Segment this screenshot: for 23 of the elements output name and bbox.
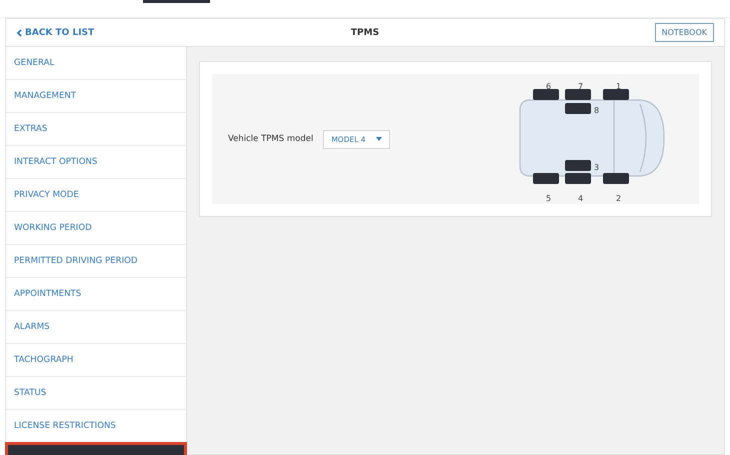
tire-icon	[565, 173, 591, 184]
tire-icon	[565, 103, 591, 114]
caret-icon	[376, 137, 382, 141]
wheel-number: 5	[546, 194, 552, 203]
wheel-number: 6	[546, 82, 552, 91]
back-link[interactable]: BACK TO LIST	[6, 28, 186, 38]
wheel-number: 7	[578, 82, 584, 91]
tire-icon	[603, 173, 629, 184]
wheel-number: 8	[594, 106, 600, 115]
tire-icon	[533, 173, 559, 184]
model-label: Vehicle TPMS model	[228, 134, 314, 144]
wheel-number: 3	[594, 163, 600, 172]
tire-icon	[565, 89, 591, 100]
tire-icon	[603, 89, 629, 100]
chevron-left-icon	[16, 28, 22, 36]
tab-indicator	[143, 0, 210, 3]
tire-icon	[533, 89, 559, 100]
page-title: TPMS	[350, 28, 380, 38]
wheel-number: 4	[578, 194, 584, 203]
tire-icon	[565, 160, 591, 171]
notebook-button[interactable]: NOTEBOOK	[654, 23, 714, 42]
wheel-number: 2	[616, 194, 622, 203]
wheel-number: 1	[616, 82, 622, 91]
